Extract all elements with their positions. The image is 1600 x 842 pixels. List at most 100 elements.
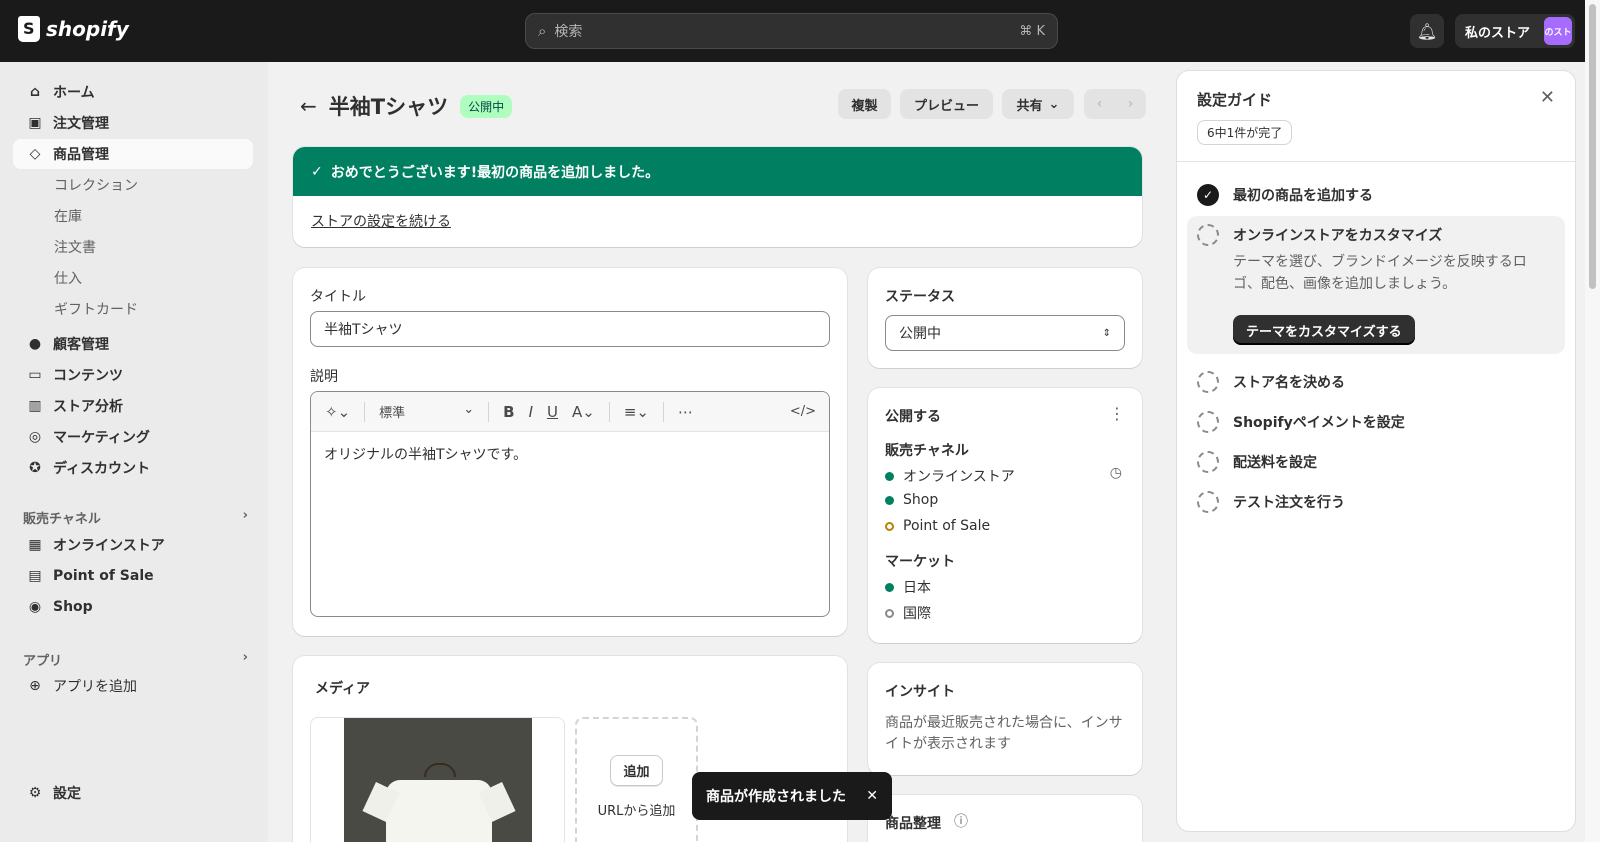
discount-icon: ✪ <box>29 460 41 476</box>
text-color-icon[interactable]: A⌄ <box>572 403 595 421</box>
section-label: 販売チャネル <box>23 512 101 527</box>
duplicate-button[interactable]: 複製 <box>838 89 891 119</box>
close-icon[interactable]: ✕ <box>866 788 878 804</box>
inactive-dot-icon <box>885 608 894 618</box>
preview-button[interactable]: プレビュー <box>900 89 993 119</box>
media-dropzone[interactable]: 追加 URLから追加 <box>575 717 698 842</box>
shop-icon: ◉ <box>28 599 42 615</box>
guide-step-shipping[interactable]: 配送料を設定 <box>1197 451 1317 473</box>
person-icon: ● <box>28 336 42 352</box>
add-media-button[interactable]: 追加 <box>610 755 663 786</box>
sidebar-channel-shop[interactable]: ◉ Shop <box>13 592 253 622</box>
sidebar-item-content[interactable]: ▭ コンテンツ <box>13 360 253 390</box>
sidebar-subitem-inventory[interactable]: 在庫 <box>54 206 82 226</box>
guide-step-payments[interactable]: Shopifyペイメントを設定 <box>1197 411 1405 433</box>
market-name: 日本 <box>903 580 931 596</box>
notifications-button[interactable]: 🔔︎ <box>1410 14 1444 48</box>
guide-step-test-order[interactable]: テスト注文を行う <box>1197 491 1345 513</box>
align-icon[interactable]: ≡⌄ <box>624 403 649 421</box>
sales-channels-header[interactable]: 販売チャネル › <box>23 508 248 527</box>
divider <box>662 401 664 422</box>
sidebar-item-label: Shop <box>53 599 93 615</box>
sidebar-item-orders[interactable]: ▣ 注文管理 <box>13 108 253 138</box>
magic-icon[interactable]: ✧⌄ <box>325 403 350 421</box>
banner-message: おめでとうございます!最初の商品を追加しました。 <box>330 164 660 181</box>
step-label: オンラインストアをカスタマイズ <box>1233 228 1443 244</box>
share-button[interactable]: 共有 ⌄ <box>1002 89 1074 119</box>
checkmark-icon: ✓ <box>311 163 323 180</box>
add-app-button[interactable]: ⊕ アプリを追加 <box>13 671 253 701</box>
italic-icon[interactable]: I <box>529 403 533 421</box>
code-icon[interactable]: </> <box>790 404 816 419</box>
more-icon[interactable]: ⋯ <box>678 403 693 421</box>
status-card: ステータス 公開中 ⇕ <box>868 268 1142 368</box>
sidebar-channel-online-store[interactable]: ▦ オンラインストア <box>13 530 253 560</box>
store-menu-button[interactable]: 私のストア のスト <box>1455 14 1575 48</box>
status-heading: ステータス <box>885 289 955 305</box>
step-label: 配送料を設定 <box>1233 455 1317 471</box>
sidebar-item-products[interactable]: ◇ 商品管理 <box>13 139 253 169</box>
dashed-circle-icon <box>1197 224 1219 246</box>
more-vertical-icon[interactable]: ⋮ <box>1109 404 1125 423</box>
sidebar-channel-pos[interactable]: ▤ Point of Sale <box>13 561 253 591</box>
sidebar-item-customers[interactable]: ● 顧客管理 <box>13 329 253 359</box>
info-icon[interactable]: ⓘ <box>954 811 968 831</box>
sidebar-item-discounts[interactable]: ✪ ディスカウント <box>13 453 253 483</box>
next-icon[interactable]: › <box>1115 89 1146 119</box>
dashed-circle-icon <box>1197 371 1219 393</box>
chevron-right-icon: › <box>242 650 248 665</box>
product-image[interactable] <box>310 717 565 842</box>
sidebar-item-settings[interactable]: ⚙ 設定 <box>13 778 253 808</box>
sidebar-item-marketing[interactable]: ◎ マーケティング <box>13 422 253 452</box>
target-icon: ◎ <box>28 429 42 445</box>
sidebar-subitem-gift-cards[interactable]: ギフトカード <box>54 299 138 319</box>
title-input[interactable]: 半袖Tシャツ <box>310 311 830 347</box>
page-header: ← 半袖Tシャツ 公開中 <box>300 91 513 121</box>
guide-step-add-product[interactable]: ✓ 最初の商品を追加する <box>1197 184 1373 206</box>
search-bar[interactable]: ⌕ 検索 ⌘ K <box>525 13 1058 49</box>
customize-theme-button[interactable]: テーマをカスタマイズする <box>1233 315 1415 345</box>
sidebar-subitem-purchase-orders[interactable]: 注文書 <box>54 237 96 257</box>
sidebar-item-label: 顧客管理 <box>53 337 109 353</box>
back-arrow-icon[interactable]: ← <box>300 94 317 118</box>
continue-setup-link[interactable]: ストアの設定を続ける <box>311 211 451 231</box>
sidebar-subitem-transfers[interactable]: 仕入 <box>54 268 82 288</box>
section-label: アプリ <box>23 654 63 669</box>
underline-icon[interactable]: U <box>547 403 558 421</box>
guide-step-store-name[interactable]: ストア名を決める <box>1197 371 1345 393</box>
sidebar-subitem-collections[interactable]: コレクション <box>54 175 138 195</box>
setup-guide-panel: 設定ガイド ✕ 6中1件が完了 ✓ 最初の商品を追加する オンラインストアをカス… <box>1177 71 1575 831</box>
bold-icon[interactable]: B <box>503 403 514 421</box>
sidebar-item-analytics[interactable]: ▥ ストア分析 <box>13 391 253 421</box>
step-label: ストア名を決める <box>1233 375 1345 391</box>
add-from-url-link[interactable]: URLから追加 <box>598 800 676 819</box>
step-description: テーマを選び、ブランドイメージを反映するロゴ、配色、画像を追加しましょう。 <box>1233 254 1527 292</box>
schedule-icon[interactable]: ◷ <box>1110 465 1122 481</box>
divider <box>488 401 490 422</box>
divider <box>608 401 610 422</box>
format-select[interactable]: 標準 ⌄ <box>379 402 474 421</box>
insights-card: インサイト 商品が最近販売された場合に、インサイトが表示されます <box>868 663 1142 775</box>
description-text[interactable]: オリジナルの半袖Tシャツです。 <box>311 432 829 476</box>
sidebar-item-home[interactable]: ⌂ ホーム <box>13 77 253 107</box>
description-editor: ✧⌄ 標準 ⌄ B I U A⌄ ≡⌄ ⋯ </> オリジナルの半袖Tシャツです… <box>310 391 830 617</box>
scrollbar-thumb[interactable] <box>1589 4 1596 289</box>
pagination: ‹ › <box>1084 89 1146 119</box>
market-international: 国際 <box>885 603 931 623</box>
sidebar-item-label: アプリを追加 <box>53 679 137 695</box>
toast: 商品が作成されました ✕ <box>692 772 892 820</box>
channel-online-store: オンラインストア <box>885 466 1015 486</box>
page-scrollbar[interactable] <box>1585 0 1600 842</box>
insights-text: 商品が最近販売された場合に、インサイトが表示されます <box>885 715 1123 752</box>
description-label: 説明 <box>310 369 338 385</box>
close-icon[interactable]: ✕ <box>1540 87 1555 108</box>
step-label: Shopifyペイメントを設定 <box>1233 415 1405 431</box>
apps-header[interactable]: アプリ › <box>23 650 248 669</box>
status-select[interactable]: 公開中 ⇕ <box>885 315 1125 351</box>
tag-icon: ◇ <box>29 146 41 162</box>
previous-icon[interactable]: ‹ <box>1084 89 1115 119</box>
search-icon: ⌕ <box>538 22 547 40</box>
guide-step-customize-store[interactable]: オンラインストアをカスタマイズ <box>1197 224 1442 246</box>
shopify-logo[interactable]: shopify <box>18 16 129 42</box>
sidebar-item-label: ホーム <box>53 85 95 101</box>
